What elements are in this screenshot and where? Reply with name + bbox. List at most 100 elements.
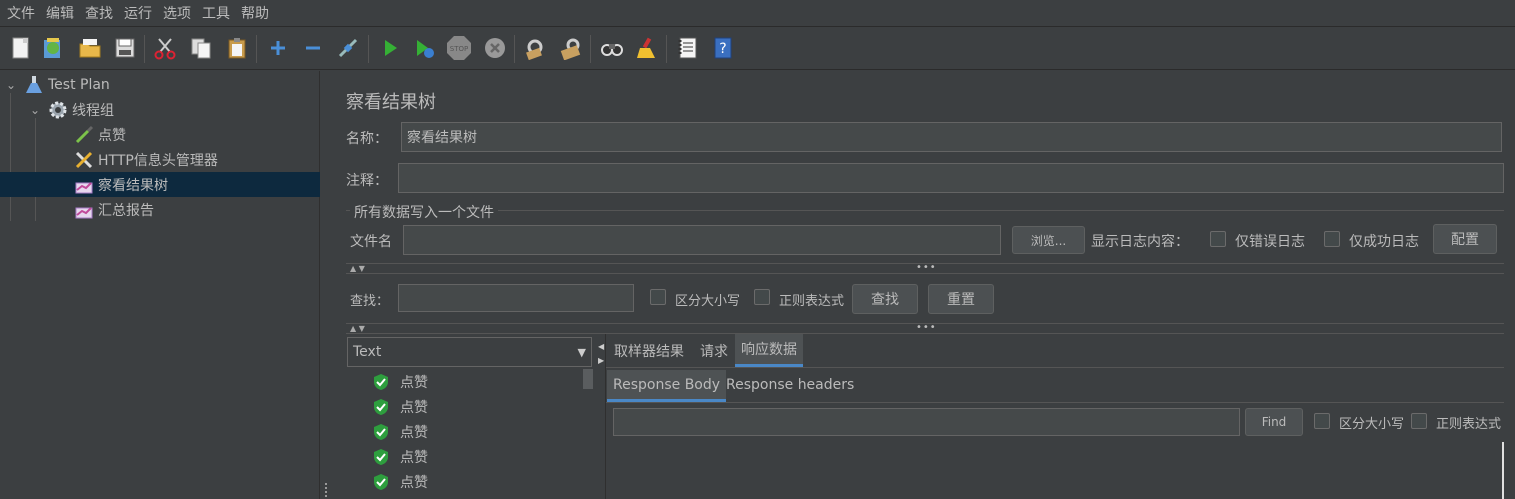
collapse-icon[interactable] bbox=[300, 35, 326, 61]
tree-item-header-manager[interactable]: HTTP信息头管理器 bbox=[74, 147, 320, 172]
browse-button[interactable]: 浏览... bbox=[1012, 226, 1085, 254]
stop-icon[interactable]: STOP bbox=[446, 35, 472, 61]
renderer-value: Text bbox=[353, 344, 382, 360]
regex-checkbox[interactable] bbox=[754, 289, 770, 305]
collapse-arrows-icon[interactable]: ▲ ▼ bbox=[350, 264, 365, 273]
name-label: 名称： bbox=[346, 131, 388, 147]
response-find-button[interactable]: Find bbox=[1245, 408, 1303, 436]
drag-handle-icon[interactable]: ••• bbox=[916, 322, 937, 333]
chevron-down-icon[interactable]: ⌄ bbox=[4, 78, 18, 92]
cut-icon[interactable] bbox=[152, 35, 178, 61]
tree-item-summary-report[interactable]: 汇总报告 bbox=[74, 197, 320, 222]
tree-item-label: HTTP信息头管理器 bbox=[98, 152, 218, 169]
menu-edit[interactable]: 编辑 bbox=[43, 3, 82, 23]
list-item-label: 点赞 bbox=[400, 375, 428, 391]
divider bbox=[606, 402, 1504, 403]
tab-response-body[interactable]: Response Body bbox=[607, 370, 727, 402]
file-section-title: 所有数据写入一个文件 bbox=[350, 202, 498, 222]
help-icon[interactable]: ? bbox=[710, 35, 736, 61]
regex-label: 正则表达式 bbox=[779, 294, 845, 309]
response-regex-checkbox[interactable] bbox=[1411, 413, 1427, 429]
start-icon[interactable] bbox=[377, 35, 403, 61]
results-splitter[interactable]: ◀ ▶ bbox=[594, 334, 606, 499]
chevron-down-icon[interactable]: ⌄ bbox=[28, 103, 42, 117]
copy-icon[interactable] bbox=[188, 35, 214, 61]
menu-search[interactable]: 查找 bbox=[82, 3, 121, 23]
toolbar: STOP ? bbox=[0, 26, 1515, 70]
drag-handle-icon[interactable]: ••• bbox=[916, 262, 937, 273]
tab-sampler-result[interactable]: 取样器结果 bbox=[608, 336, 690, 366]
templates-icon[interactable] bbox=[40, 35, 66, 61]
response-search-input[interactable] bbox=[613, 408, 1240, 436]
menu-file[interactable]: 文件 bbox=[4, 3, 43, 23]
tree-item-results-tree[interactable]: 察看结果树 bbox=[0, 172, 320, 197]
case-sensitive-checkbox[interactable] bbox=[650, 289, 666, 305]
tab-request[interactable]: 请求 bbox=[694, 336, 734, 366]
search-input[interactable] bbox=[398, 284, 634, 312]
filename-label: 文件名 bbox=[350, 234, 392, 250]
tree-item-label: 察看结果树 bbox=[98, 177, 168, 194]
chevron-down-icon: ▼ bbox=[577, 345, 586, 359]
menu-bar: 文件 编辑 查找 运行 选项 工具 帮助 bbox=[0, 0, 1515, 26]
menu-help[interactable]: 帮助 bbox=[238, 3, 277, 23]
find-button[interactable]: 查找 bbox=[852, 284, 918, 314]
tools-icon bbox=[74, 150, 94, 170]
tree-item-test-plan[interactable]: ⌄ Test Plan bbox=[4, 72, 320, 97]
menu-options[interactable]: 选项 bbox=[160, 3, 199, 23]
list-item[interactable]: 点赞 bbox=[372, 470, 428, 494]
renderer-select[interactable]: Text ▼ bbox=[347, 337, 592, 367]
comment-label: 注释： bbox=[346, 173, 388, 189]
divider bbox=[346, 333, 1504, 334]
reset-search-icon[interactable] bbox=[634, 35, 660, 61]
toggle-icon[interactable] bbox=[335, 35, 361, 61]
menu-tools[interactable]: 工具 bbox=[199, 3, 238, 23]
tree-item-thread-group[interactable]: ⌄ 线程组 bbox=[28, 97, 320, 122]
response-case-sensitive-checkbox[interactable] bbox=[1314, 413, 1330, 429]
errors-only-checkbox[interactable] bbox=[1210, 231, 1226, 247]
tree-item-label: Test Plan bbox=[48, 76, 110, 93]
response-body[interactable] bbox=[608, 442, 1504, 499]
shutdown-icon[interactable] bbox=[482, 35, 508, 61]
paste-icon[interactable] bbox=[224, 35, 250, 61]
svg-text:?: ? bbox=[719, 41, 726, 57]
open-icon[interactable] bbox=[77, 35, 103, 61]
divider bbox=[346, 273, 1504, 274]
results-scrollbar[interactable] bbox=[583, 369, 593, 389]
pipette-icon bbox=[74, 125, 94, 145]
menu-run[interactable]: 运行 bbox=[121, 3, 160, 23]
case-sensitive-label: 区分大小写 bbox=[675, 294, 741, 309]
search-icon[interactable] bbox=[599, 35, 625, 61]
save-icon[interactable] bbox=[112, 35, 138, 61]
comment-field[interactable] bbox=[398, 163, 1504, 193]
config-button[interactable]: 配置 bbox=[1433, 224, 1497, 254]
reset-button[interactable]: 重置 bbox=[928, 284, 994, 314]
new-icon[interactable] bbox=[8, 35, 34, 61]
list-item-label: 点赞 bbox=[400, 475, 428, 491]
test-plan-tree: ⌄ Test Plan ⌄ 线程组 点赞 HTTP信息头管理器 察看结果树 汇总… bbox=[0, 71, 320, 499]
tree-item-label: 线程组 bbox=[72, 102, 114, 119]
tree-item-label: 点赞 bbox=[98, 127, 126, 144]
success-shield-icon bbox=[372, 423, 390, 441]
chart-icon bbox=[74, 200, 94, 220]
success-only-checkbox[interactable] bbox=[1324, 231, 1340, 247]
clear-icon[interactable] bbox=[522, 35, 548, 61]
tree-item-sampler[interactable]: 点赞 bbox=[74, 122, 320, 147]
clear-all-icon[interactable] bbox=[558, 35, 584, 61]
function-helper-icon[interactable] bbox=[675, 35, 701, 61]
list-item[interactable]: 点赞 bbox=[372, 445, 428, 469]
success-shield-icon bbox=[372, 448, 390, 466]
splitter[interactable] bbox=[320, 71, 332, 499]
collapse-arrows-icon[interactable]: ▲ ▼ bbox=[350, 324, 365, 333]
start-no-pause-icon[interactable] bbox=[411, 35, 437, 61]
list-item[interactable]: 点赞 bbox=[372, 370, 428, 394]
list-item[interactable]: 点赞 bbox=[372, 395, 428, 419]
tab-response-headers[interactable]: Response headers bbox=[720, 370, 860, 400]
expand-icon[interactable] bbox=[265, 35, 291, 61]
list-item-label: 点赞 bbox=[400, 425, 428, 441]
list-item-label: 点赞 bbox=[400, 400, 428, 416]
name-field[interactable]: 察看结果树 bbox=[401, 122, 1502, 152]
tab-response-data[interactable]: 响应数据 bbox=[735, 334, 803, 367]
list-item[interactable]: 点赞 bbox=[372, 420, 428, 444]
success-shield-icon bbox=[372, 398, 390, 416]
filename-field[interactable] bbox=[403, 225, 1001, 255]
